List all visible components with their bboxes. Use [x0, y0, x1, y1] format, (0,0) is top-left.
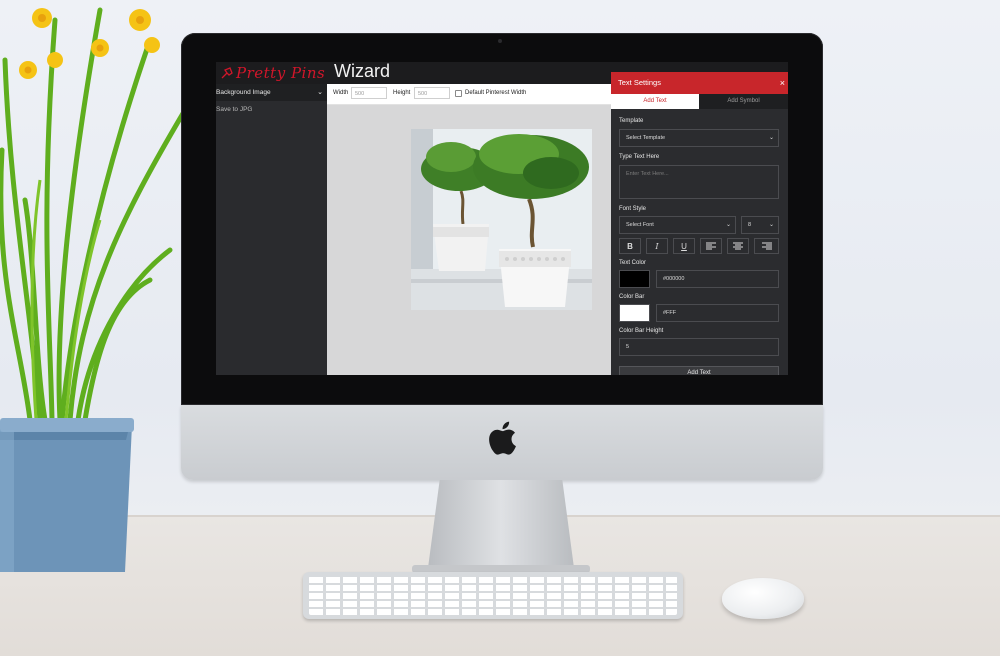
chevron-down-icon: ⌄ — [317, 89, 323, 96]
default-width-checkbox[interactable] — [455, 90, 462, 97]
dimension-toolbar: Width 500 Height 500 Default Pinterest W… — [327, 84, 611, 105]
align-right-button[interactable] — [754, 238, 779, 254]
color-bar-height-input[interactable]: 5 — [619, 338, 779, 356]
logo-script-text: Pretty Pins — [236, 64, 326, 82]
pin-logo-icon — [221, 67, 233, 79]
font-style-label: Font Style — [619, 206, 647, 212]
type-text-label: Type Text Here — [619, 154, 660, 160]
text-settings-panel: Text Settings × Add Text Add Symbol Temp… — [611, 72, 788, 375]
width-label: Width — [333, 90, 349, 96]
apple-logo-icon — [489, 421, 516, 455]
sidebar-item-background-image[interactable]: Background Image ⌄ — [216, 84, 327, 101]
template-label: Template — [619, 118, 644, 124]
align-left-button[interactable] — [700, 238, 722, 254]
font-size-value: 8 — [748, 222, 752, 228]
tab-add-text[interactable]: Add Text — [611, 94, 699, 109]
color-bar-height-label: Color Bar Height — [619, 328, 664, 334]
sidebar: Background Image ⌄ Save to JPG — [216, 84, 327, 375]
app-screen: Pretty Pins Wizard Background Image ⌄ Sa… — [216, 62, 788, 375]
chevron-down-icon: ⌄ — [725, 222, 731, 228]
height-label: Height — [393, 90, 411, 96]
add-text-button[interactable]: Add Text — [619, 366, 779, 375]
color-bar-swatch[interactable] — [619, 304, 650, 322]
panel-title: Text Settings — [618, 78, 661, 87]
color-bar-label: Color Bar — [619, 294, 645, 300]
mouse-image — [722, 578, 804, 619]
underline-button[interactable]: U — [673, 238, 695, 254]
align-right-icon — [761, 242, 772, 250]
text-input[interactable]: Enter Text Here... — [619, 165, 779, 199]
text-color-label: Text Color — [619, 260, 647, 266]
height-input[interactable]: 500 — [414, 87, 450, 99]
keyboard-keys — [309, 576, 677, 615]
sidebar-item-label: Background Image — [216, 89, 271, 96]
font-size-select[interactable]: 8 ⌄ — [741, 216, 779, 234]
width-input[interactable]: 500 — [351, 87, 387, 99]
sidebar-item-save-to-jpg[interactable]: Save to JPG — [216, 106, 253, 113]
template-select[interactable]: Select Template ⌄ — [619, 129, 779, 147]
italic-button[interactable]: I — [646, 238, 668, 254]
align-center-icon — [733, 242, 743, 250]
text-color-input[interactable]: #000000 — [656, 270, 779, 288]
bold-button[interactable]: B — [619, 238, 641, 254]
close-icon[interactable]: × — [780, 72, 785, 94]
canvas-area: Width 500 Height 500 Default Pinterest W… — [327, 84, 611, 375]
keyboard-image — [303, 572, 683, 619]
chevron-down-icon: ⌄ — [768, 222, 774, 228]
panel-header: Text Settings × — [611, 72, 788, 94]
chevron-down-icon: ⌄ — [768, 135, 774, 141]
text-color-swatch[interactable] — [619, 270, 650, 288]
plant-photo-image — [411, 129, 592, 310]
daffodil-plant-image — [0, 7, 188, 572]
font-select-value: Select Font — [626, 222, 654, 228]
logo-wizard-text: Wizard — [334, 62, 391, 81]
align-left-icon — [706, 242, 716, 250]
align-center-button[interactable] — [727, 238, 749, 254]
color-bar-input[interactable]: #FFF — [656, 304, 779, 322]
monitor-stand — [428, 480, 574, 568]
camera-icon — [498, 39, 502, 43]
default-width-label: Default Pinterest Width — [465, 90, 527, 96]
template-select-value: Select Template — [626, 135, 666, 141]
font-select[interactable]: Select Font ⌄ — [619, 216, 736, 234]
tab-add-symbol[interactable]: Add Symbol — [699, 94, 788, 109]
